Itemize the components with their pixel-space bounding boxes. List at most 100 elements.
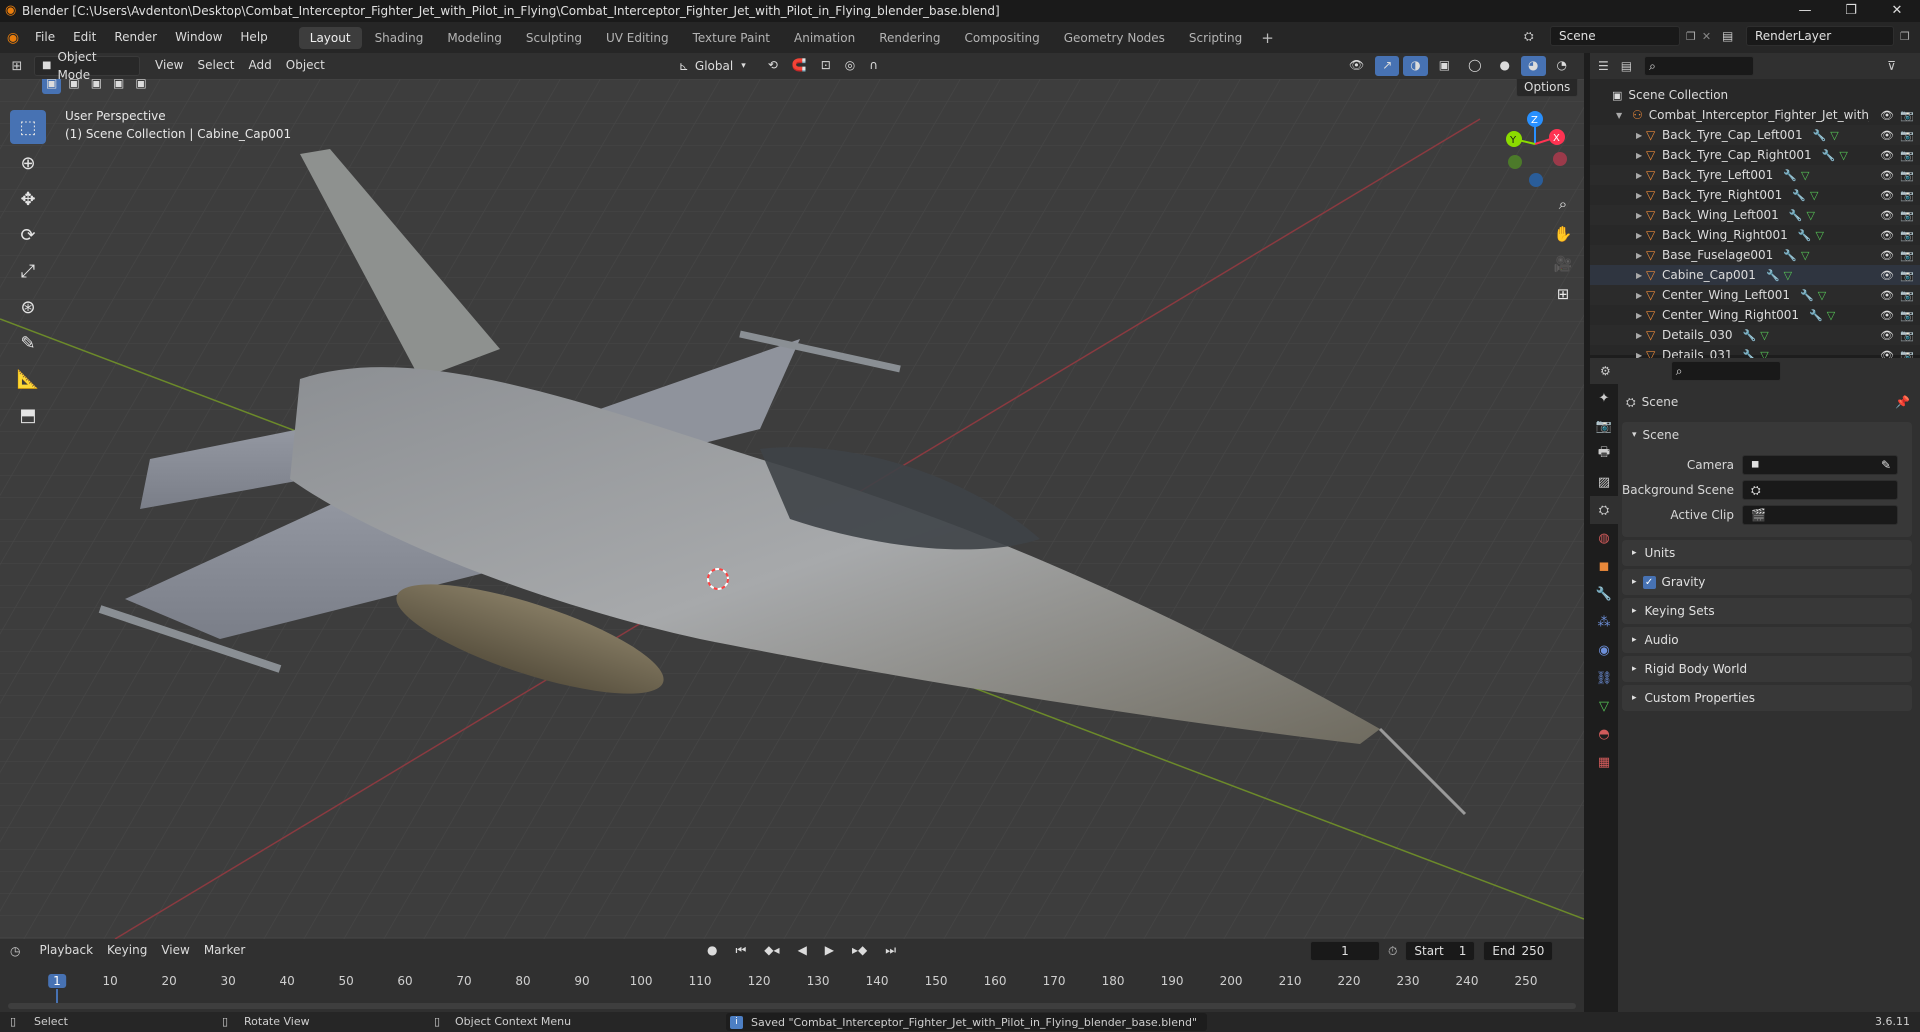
- camera-view-icon[interactable]: 🎥: [1548, 249, 1578, 279]
- outliner-scene-collection[interactable]: ▣ Scene Collection: [1590, 85, 1920, 105]
- expand-triangle-icon[interactable]: ▶: [1636, 231, 1646, 240]
- pan-hand-icon[interactable]: ✋: [1548, 219, 1578, 249]
- render-camera-icon[interactable]: 📷: [1900, 249, 1914, 262]
- visibility-eye-icon[interactable]: 👁: [1880, 249, 1894, 262]
- render-camera-icon[interactable]: 📷: [1900, 209, 1914, 222]
- visibility-eye-icon[interactable]: 👁: [1880, 189, 1894, 202]
- overlay-icon[interactable]: ◑: [1403, 56, 1428, 76]
- measure-tool-icon[interactable]: 📐: [10, 362, 46, 396]
- tab-rendering[interactable]: Rendering: [868, 27, 951, 49]
- outliner-item[interactable]: ▶ ▽ Back_Tyre_Cap_Left001 🔧 ▽ 👁 📷: [1590, 125, 1920, 145]
- gizmo-icon[interactable]: ↗: [1375, 56, 1400, 76]
- visibility-eye-icon[interactable]: 👁: [1880, 169, 1894, 182]
- properties-search-input[interactable]: ⌕: [1670, 361, 1781, 381]
- scene-panel-header[interactable]: ▾ Scene: [1622, 422, 1912, 448]
- outliner-item[interactable]: ▶ ▽ Center_Wing_Right001 🔧 ▽ 👁 📷: [1590, 305, 1920, 325]
- tab-scripting[interactable]: Scripting: [1178, 27, 1253, 49]
- modifier-tab-icon[interactable]: 🔧: [1590, 580, 1618, 608]
- render-camera-icon[interactable]: 📷: [1900, 109, 1914, 122]
- properties-editor-icon[interactable]: ⚙: [1600, 364, 1611, 378]
- visibility-eye-icon[interactable]: 👁: [1880, 129, 1894, 142]
- data-tab-icon[interactable]: ▽: [1590, 692, 1618, 720]
- new-scene-icon[interactable]: ❐: [1686, 30, 1696, 43]
- visibility-eye-icon[interactable]: 👁: [1880, 209, 1894, 222]
- render-camera-icon[interactable]: 📷: [1900, 309, 1914, 322]
- add-workspace-icon[interactable]: +: [1255, 29, 1274, 47]
- outliner-item[interactable]: ▶ ▽ Cabine_Cap001 🔧 ▽ 👁 📷: [1590, 265, 1920, 285]
- gravity-checkbox[interactable]: ✓: [1642, 575, 1656, 589]
- object-tab-icon[interactable]: ◼: [1590, 552, 1618, 580]
- render-camera-icon[interactable]: 📷: [1900, 329, 1914, 342]
- render-camera-icon[interactable]: 📷: [1900, 129, 1914, 142]
- ortho-grid-icon[interactable]: ⊞: [1548, 279, 1578, 309]
- close-button[interactable]: ✕: [1874, 0, 1920, 22]
- outliner-item[interactable]: ▶ ▽ Details_030 🔧 ▽ 👁 📷: [1590, 325, 1920, 345]
- tool-tab-icon[interactable]: ✦: [1590, 384, 1618, 412]
- blender-menu-icon[interactable]: ◉: [0, 30, 26, 46]
- menu-object[interactable]: Object: [279, 56, 332, 76]
- frame-ruler[interactable]: 1 10 20 30 40 50 60 70 80 90 100 110 120 130 140 150 160…: [0, 939, 1584, 1012]
- add-cube-tool-icon[interactable]: ⬒: [10, 398, 46, 432]
- tab-geometry-nodes[interactable]: Geometry Nodes: [1053, 27, 1176, 49]
- physics-tab-icon[interactable]: ◉: [1590, 636, 1618, 664]
- constraints-tab-icon[interactable]: ⛓: [1590, 664, 1618, 692]
- visibility-eye-icon[interactable]: 👁: [1880, 229, 1894, 242]
- outliner-collection-row[interactable]: ▼ ⚇ Combat_Interceptor_Fighter_Jet_with_…: [1590, 105, 1920, 125]
- tab-sculpting[interactable]: Sculpting: [515, 27, 593, 49]
- proportional-edit-icon[interactable]: ◎: [838, 56, 862, 76]
- menu-add[interactable]: Add: [242, 56, 279, 76]
- transform-orientation-dropdown[interactable]: ⊾ Global ▾: [672, 56, 753, 76]
- rigid-body-world-section[interactable]: ▸ Rigid Body World: [1622, 656, 1912, 682]
- keying-sets-section[interactable]: ▸ Keying Sets: [1622, 598, 1912, 624]
- zoom-icon[interactable]: ⌕: [1548, 189, 1578, 219]
- tab-uv-editing[interactable]: UV Editing: [595, 27, 680, 49]
- render-camera-icon[interactable]: 📷: [1900, 229, 1914, 242]
- scene-tab-icon[interactable]: ⛭: [1590, 496, 1618, 524]
- output-tab-icon[interactable]: 🖶: [1590, 440, 1618, 468]
- expand-triangle-icon[interactable]: ▶: [1636, 211, 1646, 220]
- tab-animation[interactable]: Animation: [783, 27, 866, 49]
- select-intersect-icon[interactable]: ▣: [131, 79, 150, 94]
- snap-target-icon[interactable]: ⊡: [814, 56, 838, 76]
- xray-icon[interactable]: ▣: [1432, 56, 1457, 76]
- wireframe-shading-icon[interactable]: ◯: [1461, 56, 1488, 76]
- solid-shading-icon[interactable]: ●: [1493, 56, 1517, 76]
- particles-tab-icon[interactable]: ⁂: [1590, 608, 1618, 636]
- expand-triangle-icon[interactable]: ▶: [1636, 311, 1646, 320]
- filter-icon[interactable]: ⊽: [1887, 59, 1896, 73]
- menu-select[interactable]: Select: [190, 56, 241, 76]
- units-section[interactable]: ▸ Units: [1622, 540, 1912, 566]
- menu-view[interactable]: View: [148, 56, 190, 76]
- visibility-icon[interactable]: 👁: [1342, 56, 1371, 76]
- expand-triangle-icon[interactable]: ▶: [1636, 271, 1646, 280]
- rotate-tool-icon[interactable]: ⟳: [10, 218, 46, 252]
- gravity-section[interactable]: ▸ ✓ Gravity: [1622, 569, 1912, 595]
- expand-triangle-icon[interactable]: ▶: [1636, 251, 1646, 260]
- display-mode-icon[interactable]: ▤: [1621, 59, 1632, 73]
- custom-properties-section[interactable]: ▸ Custom Properties: [1622, 685, 1912, 711]
- outliner-item[interactable]: ▶ ▽ Base_Fuselage001 🔧 ▽ 👁 📷: [1590, 245, 1920, 265]
- 3d-viewport[interactable]: Z X Y User Perspective (1) Scene Collect…: [0, 79, 1584, 939]
- renderlayer-field[interactable]: RenderLayer: [1746, 26, 1894, 46]
- texture-tab-icon[interactable]: ▦: [1590, 748, 1618, 776]
- timeline-scrollbar[interactable]: [8, 1003, 1576, 1009]
- expand-triangle-icon[interactable]: ▶: [1636, 291, 1646, 300]
- cursor-tool-icon[interactable]: ⊕: [10, 146, 46, 180]
- expand-triangle-icon[interactable]: ▶: [1636, 151, 1646, 160]
- expand-triangle-icon[interactable]: ▶: [1636, 191, 1646, 200]
- outliner-editor-icon[interactable]: ☰: [1598, 59, 1609, 73]
- menu-window[interactable]: Window: [166, 22, 231, 53]
- world-tab-icon[interactable]: ◍: [1590, 524, 1618, 552]
- expand-triangle-icon[interactable]: ▼: [1616, 111, 1626, 120]
- tab-texture-paint[interactable]: Texture Paint: [682, 27, 781, 49]
- eyedropper-icon[interactable]: ✎: [1881, 456, 1891, 474]
- audio-section[interactable]: ▸ Audio: [1622, 627, 1912, 653]
- move-tool-icon[interactable]: ✥: [10, 182, 46, 216]
- delete-scene-icon[interactable]: ✕: [1702, 30, 1711, 43]
- render-camera-icon[interactable]: 📷: [1900, 269, 1914, 282]
- visibility-eye-icon[interactable]: 👁: [1880, 109, 1894, 122]
- background-scene-field[interactable]: ⛭: [1742, 479, 1898, 500]
- falloff-icon[interactable]: ∩: [862, 56, 885, 76]
- visibility-eye-icon[interactable]: 👁: [1880, 269, 1894, 282]
- outliner-item[interactable]: ▶ ▽ Back_Tyre_Cap_Right001 🔧 ▽ 👁 📷: [1590, 145, 1920, 165]
